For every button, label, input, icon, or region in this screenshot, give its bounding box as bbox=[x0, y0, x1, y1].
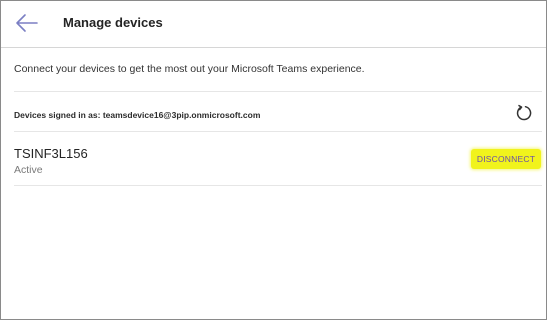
arrow-left-icon bbox=[16, 14, 38, 32]
refresh-button[interactable] bbox=[515, 104, 533, 122]
device-status: Active bbox=[14, 164, 43, 176]
back-button[interactable] bbox=[15, 13, 39, 33]
page-title: Manage devices bbox=[63, 15, 163, 30]
header-bar: Manage devices bbox=[1, 1, 546, 48]
device-row-divider bbox=[14, 185, 542, 186]
disconnect-button[interactable]: DISCONNECT bbox=[471, 149, 541, 169]
section-divider bbox=[14, 91, 542, 92]
refresh-icon bbox=[516, 104, 532, 121]
page-description: Connect your devices to get the most out… bbox=[14, 63, 365, 75]
device-name: TSINF3L156 bbox=[14, 146, 88, 161]
manage-devices-window: Manage devices Connect your devices to g… bbox=[0, 0, 547, 320]
section-divider bbox=[14, 131, 542, 132]
signed-in-account-label: Devices signed in as: teamsdevice16@3pip… bbox=[14, 110, 261, 120]
